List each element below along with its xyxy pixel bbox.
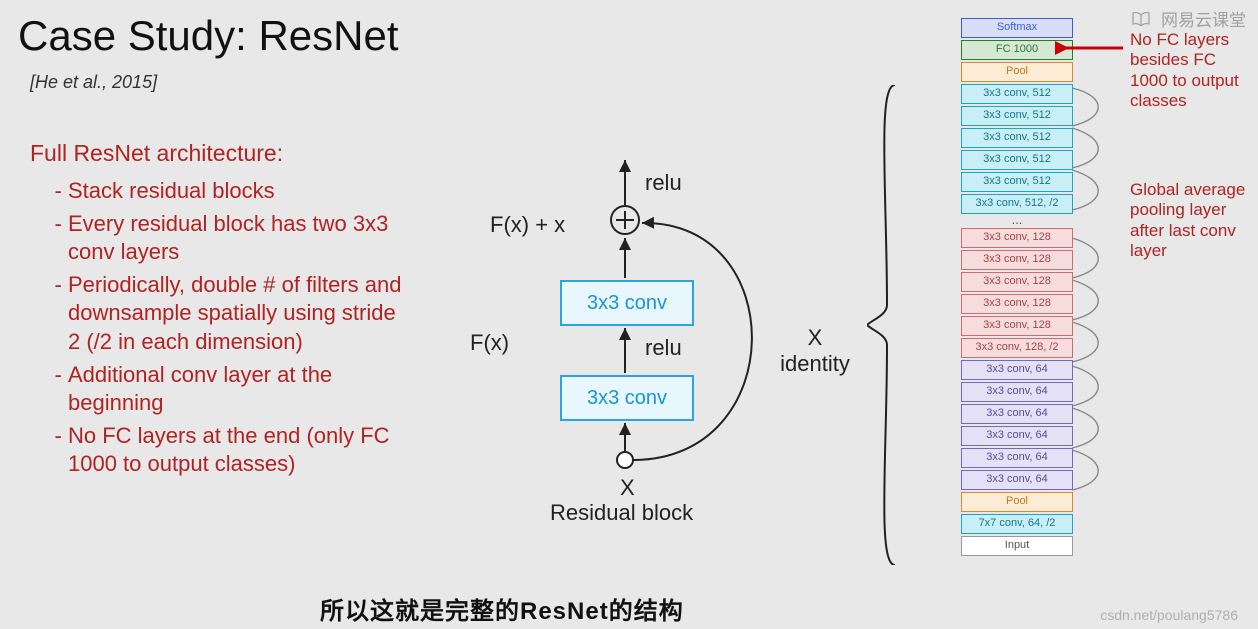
relu-label: relu [645,170,682,196]
arch-layer: Pool [961,62,1073,82]
bullet-item: Stack residual blocks [68,177,410,206]
arch-layer: 3x3 conv, 512 [961,128,1073,148]
arch-layer: 3x3 conv, 128 [961,250,1073,270]
caption-chinese: 所以这就是完整的ResNet的结构 [320,591,684,626]
bullets-heading: Full ResNet architecture: [30,140,410,167]
arch-layer: 3x3 conv, 512 [961,150,1073,170]
arch-layer: Input [961,536,1073,556]
relu-label: relu [645,335,682,361]
arch-layer: 3x3 conv, 128 [961,272,1073,292]
watermark: 网易云课堂 [1132,6,1246,31]
citation: [He et al., 2015] [30,72,157,93]
residual-block-diagram: 3x3 conv 3x3 conv F(x) + x F(x) relu rel… [430,130,850,550]
slide-title: Case Study: ResNet [18,12,399,60]
arch-layer: 3x3 conv, 128, /2 [961,338,1073,358]
annotation-gap: Global average pooling layer after last … [1130,180,1248,262]
arch-layer: 3x3 conv, 128 [961,228,1073,248]
book-icon [1132,11,1150,31]
arch-layer: 3x3 conv, 512, /2 [961,194,1073,214]
bullet-item: Additional conv layer at the beginning [68,361,410,418]
arch-layer: 3x3 conv, 64 [961,404,1073,424]
arch-layer: 3x3 conv, 512 [961,172,1073,192]
arch-layer: Pool [961,492,1073,512]
bullet-item: Every residual block has two 3x3 conv la… [68,210,410,267]
bullets-list: Stack residual blocks Every residual blo… [30,177,410,479]
arch-layer: 3x3 conv, 512 [961,84,1073,104]
annotation-no-fc: No FC layers besides FC 1000 to output c… [1130,30,1248,112]
architecture-stack: SoftmaxFC 1000Pool3x3 conv, 5123x3 conv,… [912,18,1122,618]
arch-layer: Softmax [961,18,1073,38]
arch-layer: 3x3 conv, 512 [961,106,1073,126]
fx-label: F(x) [470,330,509,356]
arch-layer: ... [912,216,1122,228]
residual-block-caption: Residual block [550,500,693,526]
arch-layer: 3x3 conv, 64 [961,382,1073,402]
slide: Case Study: ResNet [He et al., 2015] Ful… [0,0,1258,629]
fxx-label: F(x) + x [490,212,565,238]
x-input-label: X [620,475,635,501]
arch-layer: 3x3 conv, 64 [961,426,1073,446]
conv-box-top: 3x3 conv [560,280,694,326]
x-identity-label: X identity [780,325,850,377]
arch-layer: 3x3 conv, 64 [961,448,1073,468]
arch-layer: 3x3 conv, 64 [961,470,1073,490]
arch-layer: 3x3 conv, 64 [961,360,1073,380]
arch-layer: 3x3 conv, 128 [961,294,1073,314]
conv-box-bottom: 3x3 conv [560,375,694,421]
brace-icon [867,85,897,565]
arch-layer: 7x7 conv, 64, /2 [961,514,1073,534]
bullet-item: No FC layers at the end (only FC 1000 to… [68,422,410,479]
bullets: Full ResNet architecture: Stack residual… [30,140,410,483]
lower-watermark: csdn.net/poulang5786 [1100,607,1238,623]
watermark-text: 网易云课堂 [1161,11,1246,30]
bullet-item: Periodically, double # of filters and do… [68,271,410,357]
red-arrow-icon [1055,40,1125,60]
arch-layer: 3x3 conv, 128 [961,316,1073,336]
